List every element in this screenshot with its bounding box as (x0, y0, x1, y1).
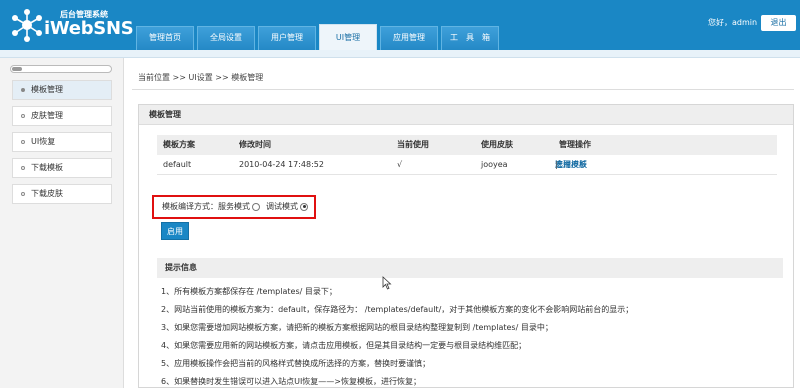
tips-title: 提示信息 (157, 258, 783, 278)
compile-mode-label: 模板编译方式： (162, 202, 218, 211)
panel-title: 模板管理 (139, 105, 793, 125)
enable-button[interactable]: 启用 (161, 222, 189, 240)
user-greeting: 您好，admin (708, 18, 758, 27)
table-row: default 2010-04-24 17:48:52 √ jooyea | 应… (157, 155, 777, 175)
cell-modified: 2010-04-24 17:48:52 (239, 160, 324, 169)
cell-skin: jooyea (481, 160, 508, 169)
sidebar-item-download-skin[interactable]: 下载皮肤 (12, 184, 112, 204)
app-header: 后台管理系统 iWebSNS 管理首页 全局设置 用户管理 UI管理 应用管理 … (0, 0, 800, 50)
bullet-icon (21, 139, 25, 144)
tip-item: 4、如果您需要应用新的网站模板方案，请点击应用模板，但是其目录结构一定要与根目录… (161, 341, 527, 350)
bullet-icon (21, 191, 25, 196)
tab-global-settings[interactable]: 全局设置 (197, 26, 255, 50)
header-subbar (0, 50, 800, 58)
tip-item: 3、如果您需要增加网站模板方案，请把新的模板方案根据网站的根目录结构整理复制到 … (161, 323, 553, 332)
sidebar-item-skin-management[interactable]: 皮肤管理 (12, 106, 112, 126)
mouse-cursor-icon (382, 276, 392, 290)
tip-item: 2、网站当前使用的模板方案为：default，保存路径为： /templates… (161, 305, 634, 314)
col-actions: 管理操作 (559, 140, 591, 149)
tab-ui-management[interactable]: UI管理 (319, 24, 377, 50)
sidebar-item-label: 下载模板 (31, 163, 63, 172)
logo[interactable]: 后台管理系统 iWebSNS (10, 6, 140, 46)
service-mode-radio[interactable] (252, 202, 260, 211)
logo-title: iWebSNS (44, 18, 134, 39)
logout-button[interactable]: 退出 (761, 15, 796, 31)
tip-item: 6、如果替换时发生错误可以进入站点UI恢复——>恢复模板，进行恢复； (161, 377, 422, 386)
debug-mode-label: 调试模式 (266, 202, 298, 211)
col-scheme: 模板方案 (163, 140, 195, 149)
tab-toolbox[interactable]: 工 具 箱 (441, 26, 499, 50)
tab-user-management[interactable]: 用户管理 (258, 26, 316, 50)
sidebar-item-ui-restore[interactable]: UI恢复 (12, 132, 112, 152)
logo-network-icon (12, 9, 42, 42)
debug-mode-radio[interactable] (300, 202, 308, 211)
main-nav: 管理首页 全局设置 用户管理 UI管理 应用管理 工 具 箱 (136, 24, 502, 50)
breadcrumb: 当前位置 >> UI设置 >> 模板管理 (138, 73, 264, 82)
sidebar-item-label: 下载皮肤 (31, 189, 63, 198)
cell-scheme: default (163, 160, 192, 169)
col-skin: 使用皮肤 (481, 140, 513, 149)
tip-item: 1、所有模板方案都保存在 /templates/ 目录下； (161, 287, 337, 296)
select-skin-link[interactable]: 选择皮肤 (555, 155, 587, 175)
col-modified: 修改时间 (239, 140, 271, 149)
sidebar-item-template-management[interactable]: 模板管理 (12, 80, 112, 100)
sidebar-item-download-template[interactable]: 下载模板 (12, 158, 112, 178)
tip-item: 5、应用模板操作会把当前的风格样式替换成所选择的方案，替换时要谨慎； (161, 359, 431, 368)
sidebar: 模板管理 皮肤管理 UI恢复 下载模板 下载皮肤 (0, 58, 124, 388)
tab-app-management[interactable]: 应用管理 (380, 26, 438, 50)
bullet-icon (21, 165, 25, 170)
sidebar-item-label: 模板管理 (31, 85, 63, 94)
table-header: 模板方案 修改时间 当前使用 使用皮肤 管理操作 (157, 135, 777, 155)
sidebar-item-label: UI恢复 (31, 137, 56, 146)
divider (132, 89, 794, 90)
compile-mode-group: 模板编译方式：服务模式 调试模式 (152, 195, 316, 219)
template-panel: 模板管理 模板方案 修改时间 当前使用 使用皮肤 管理操作 default 20… (138, 104, 794, 388)
bullet-icon (21, 113, 25, 118)
cell-in-use: √ (397, 160, 403, 169)
service-mode-label: 服务模式 (218, 202, 250, 211)
col-in-use: 当前使用 (397, 140, 429, 149)
sidebar-item-label: 皮肤管理 (31, 111, 63, 120)
handle-knob (12, 67, 22, 71)
tab-admin-home[interactable]: 管理首页 (136, 26, 194, 50)
bullet-icon (21, 87, 25, 92)
sidebar-collapse-handle[interactable] (10, 65, 112, 73)
